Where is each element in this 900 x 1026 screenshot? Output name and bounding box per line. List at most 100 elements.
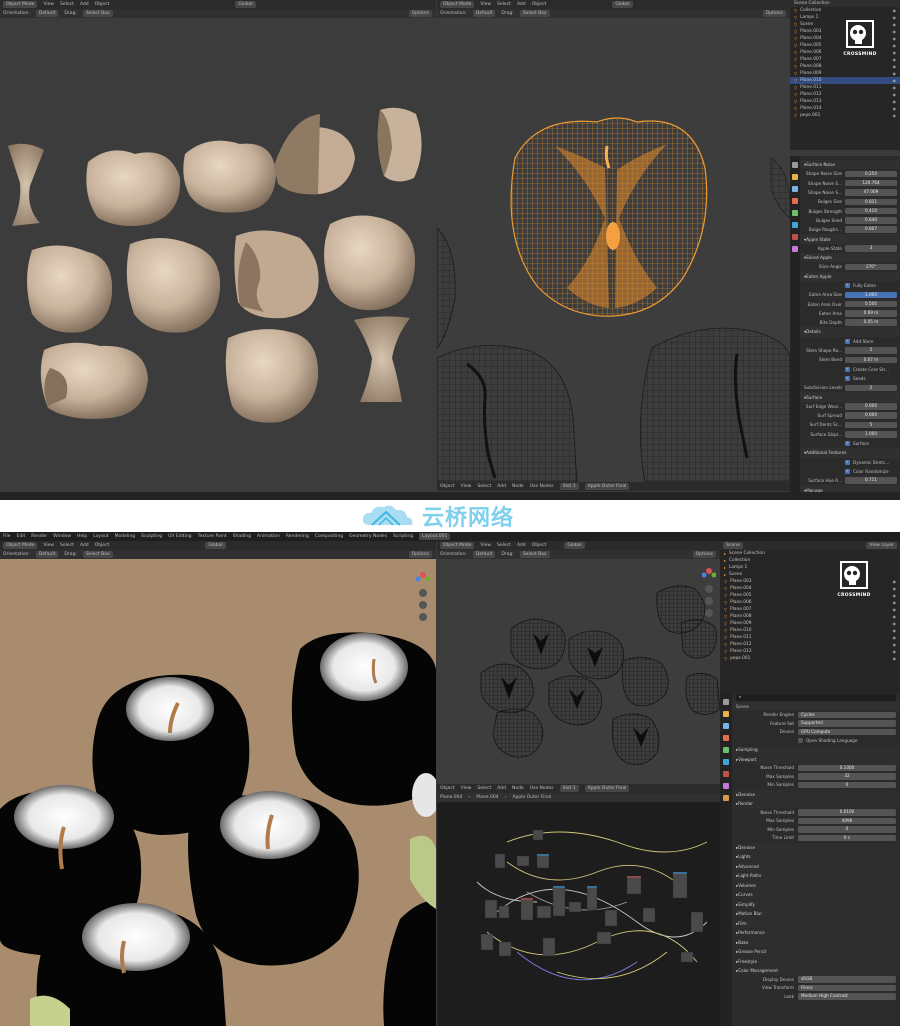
outliner-item[interactable]: ▽ Plane.010 ◉ xyxy=(790,77,900,84)
property-value-field[interactable]: 0.05 m xyxy=(845,319,897,326)
breadcrumb-mesh[interactable]: Plane.004 xyxy=(476,795,498,800)
panel-section-header[interactable]: ▾ Details xyxy=(800,327,900,337)
render-checkbox-row[interactable]: Open Shading Language xyxy=(732,736,900,745)
render-section-header[interactable]: ▸ Grease Pencil xyxy=(732,947,900,956)
node-header-item[interactable]: View xyxy=(461,786,472,791)
render-section-header[interactable]: ▸ Motion Blur xyxy=(732,909,900,918)
slot-select[interactable]: Slot 1 xyxy=(559,483,579,490)
workspace-tab[interactable]: Rendering xyxy=(286,534,309,539)
workspace-tab[interactable]: UV Editing xyxy=(168,534,191,539)
checkbox-icon[interactable]: ✓ xyxy=(845,338,850,344)
b-menu-add[interactable]: Add xyxy=(80,543,89,548)
node-header-item[interactable]: Apple Outer Final xyxy=(584,785,630,792)
visibility-eye-icon[interactable]: ◉ xyxy=(893,92,897,97)
b-menu-view[interactable]: View xyxy=(43,543,54,548)
panel-section-header[interactable]: ▾ Apple State xyxy=(800,234,900,244)
workspace-tab[interactable]: Geometry Nodes xyxy=(349,534,387,539)
outliner-scene-collection[interactable]: Scene Collection xyxy=(790,0,900,7)
drag-select[interactable]: Select Box xyxy=(82,10,113,17)
topbar-menu-item[interactable]: Render xyxy=(31,534,47,539)
outliner-item[interactable]: ▽ Plane.008 ◉ xyxy=(720,613,900,620)
b-menu-select[interactable]: Select xyxy=(60,543,74,548)
outliner-item[interactable]: ▽ pepe.001 ◉ xyxy=(790,112,900,119)
breadcrumb-object[interactable]: Plane.004 xyxy=(440,795,462,800)
visibility-eye-icon[interactable]: ◉ xyxy=(893,586,897,591)
visibility-eye-icon[interactable]: ◉ xyxy=(893,656,897,661)
render-property-field[interactable]: Cycles xyxy=(798,711,896,718)
topbar-menu-item[interactable]: Window xyxy=(53,534,71,539)
outliner-item[interactable]: ▽ Plane.004 ◉ xyxy=(720,585,900,592)
use-nodes-toggle[interactable]: Use Nodes xyxy=(530,484,554,489)
property-value-field[interactable]: 0.410 xyxy=(845,207,897,215)
visibility-eye-icon[interactable]: ◉ xyxy=(893,621,897,626)
render-section-header[interactable]: ▸ Denoise xyxy=(732,790,900,799)
render-section-header[interactable]: ▸ Sampling xyxy=(732,745,900,754)
node-header-item[interactable]: Object xyxy=(440,786,455,791)
visibility-eye-icon[interactable]: ◉ xyxy=(893,64,897,69)
workspace-tab[interactable]: Sculpting xyxy=(141,534,162,539)
workspace-tab[interactable]: Compositing xyxy=(315,534,343,539)
property-value-field[interactable]: 0.000 xyxy=(845,403,897,410)
render-section-header[interactable]: ▸ Advanced xyxy=(732,862,900,871)
visibility-eye-icon[interactable]: ◉ xyxy=(893,71,897,76)
outliner-item[interactable]: ▽ Plane.011 ◉ xyxy=(790,84,900,91)
visibility-eye-icon[interactable]: ◉ xyxy=(893,635,897,640)
outliner-item[interactable]: ▽ Plane.012 ◉ xyxy=(720,641,900,648)
b-transform-orientation-2[interactable]: Global xyxy=(564,542,585,549)
render-section-header[interactable]: ▸ Performance xyxy=(732,928,900,937)
outliner-item[interactable]: ▽ Plane.014 ◉ xyxy=(790,105,900,112)
b-options-button[interactable]: Options xyxy=(408,551,432,558)
property-value-field[interactable]: 270° xyxy=(845,263,897,271)
b-menu-object-2[interactable]: Object xyxy=(532,543,547,548)
workspace-tab[interactable]: Texture Paint xyxy=(198,534,227,539)
render-property-field[interactable]: Supported xyxy=(798,720,896,727)
checkbox-icon[interactable]: ✓ xyxy=(845,459,850,465)
outliner-item[interactable]: ▽ Plane.003 ◉ xyxy=(720,578,900,585)
panel-section-header[interactable]: ▾ Additional Features xyxy=(800,448,900,458)
checkbox-icon[interactable]: ✓ xyxy=(845,283,850,288)
node-menu-object[interactable]: Object xyxy=(440,484,455,489)
panel-section-header[interactable]: ▾ Surface Noise xyxy=(800,160,900,170)
outliner-item[interactable]: ▽ Plane.009 ◉ xyxy=(720,620,900,627)
outliner-item[interactable]: ▽ Plane.013 ◉ xyxy=(720,648,900,655)
outliner-item[interactable]: ▽ pepe.001 ◉ xyxy=(720,655,900,662)
options-button[interactable]: Options xyxy=(408,10,432,17)
menu-object-2[interactable]: Object xyxy=(532,2,547,7)
mode-select[interactable]: Object Mode xyxy=(3,1,38,8)
view-layer-select[interactable]: View Layer xyxy=(866,542,897,549)
workspace-tab[interactable]: Scripting xyxy=(393,534,413,539)
visibility-eye-icon[interactable]: ◉ xyxy=(893,57,897,62)
visibility-eye-icon[interactable]: ◉ xyxy=(893,106,897,111)
b-menu-add-2[interactable]: Add xyxy=(517,543,526,548)
render-property-field[interactable]: Filmic xyxy=(798,984,896,991)
visibility-eye-icon[interactable]: ◉ xyxy=(893,50,897,55)
checkbox-icon[interactable]: ✓ xyxy=(845,468,850,474)
visibility-eye-icon[interactable]: ◉ xyxy=(893,78,897,83)
menu-select[interactable]: Select xyxy=(60,2,74,7)
property-value-field[interactable]: 5 xyxy=(845,421,897,429)
property-value-field[interactable]: 0.250 xyxy=(845,170,897,178)
visibility-eye-icon[interactable]: ◉ xyxy=(893,43,897,48)
render-property-field[interactable]: 0 xyxy=(798,781,896,788)
property-value-field[interactable]: 5 xyxy=(845,347,897,354)
menu-select-2[interactable]: Select xyxy=(497,2,511,7)
checkbox-row[interactable]: ✓ Surface xyxy=(800,439,900,448)
node-header-item[interactable]: Node xyxy=(512,786,524,791)
property-value-field[interactable]: 0.500 xyxy=(845,300,897,308)
render-property-field[interactable]: GPU Compute xyxy=(798,728,896,735)
workspace-tab[interactable]: Layout xyxy=(93,534,108,539)
render-section-header[interactable]: ▸ Bake xyxy=(732,938,900,947)
render-section-header[interactable]: ▸ Simplify xyxy=(732,900,900,909)
visibility-eye-icon[interactable]: ◉ xyxy=(893,614,897,619)
workspace-tab[interactable]: Shading xyxy=(233,534,251,539)
render-property-field[interactable]: 0 s xyxy=(798,834,896,841)
visibility-eye-icon[interactable]: ◉ xyxy=(893,600,897,605)
topbar-menu-item[interactable]: File xyxy=(3,534,11,539)
visibility-eye-icon[interactable]: ◉ xyxy=(893,15,897,20)
outliner-item[interactable]: ▽ Plane.007 ◉ xyxy=(720,606,900,613)
visibility-eye-icon[interactable]: ◉ xyxy=(893,36,897,41)
visibility-eye-icon[interactable]: ◉ xyxy=(893,85,897,90)
checkbox-row[interactable]: ✓ Dynamic Stretc... xyxy=(800,458,900,467)
visibility-eye-icon[interactable]: ◉ xyxy=(893,607,897,612)
checkbox-row[interactable]: ✓ Color Randomize xyxy=(800,467,900,476)
